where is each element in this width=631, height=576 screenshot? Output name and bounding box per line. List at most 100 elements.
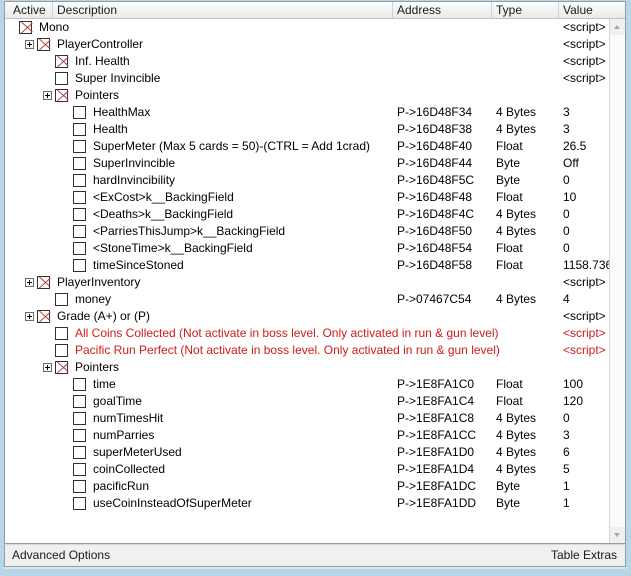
table-row[interactable]: money P->07467C54 4 Bytes 4 (5, 291, 625, 308)
entry-address[interactable]: P->16D48F48 (397, 189, 472, 206)
table-row[interactable]: Pacific Run Perfect (Not activate in bos… (5, 342, 625, 359)
entry-description[interactable]: hardInvincibility (93, 172, 175, 189)
entry-address[interactable]: P->16D48F58 (397, 257, 472, 274)
entry-description[interactable]: Health (93, 121, 128, 138)
entry-value[interactable]: <script> (563, 308, 606, 325)
entry-address[interactable]: P->16D48F50 (397, 223, 472, 240)
table-row[interactable]: SuperInvincible P->16D48F44 Byte Off (5, 155, 625, 172)
active-checkbox-unchecked[interactable] (73, 123, 86, 136)
entry-type[interactable]: Byte (496, 155, 520, 172)
entry-type[interactable]: 4 Bytes (496, 104, 536, 121)
entry-description[interactable]: All Coins Collected (Not activate in bos… (75, 325, 499, 342)
column-header-address[interactable]: Address (393, 2, 492, 18)
entry-value[interactable]: 10 (563, 189, 576, 206)
active-checkbox-unchecked[interactable] (73, 497, 86, 510)
active-checkbox-unchecked[interactable] (73, 378, 86, 391)
entry-description[interactable]: coinCollected (93, 461, 165, 478)
entry-value[interactable]: 4 (563, 291, 570, 308)
active-checkbox-unchecked[interactable] (55, 327, 68, 340)
table-row[interactable]: timeSinceStoned P->16D48F58 Float 1158.7364 (5, 257, 625, 274)
vertical-scrollbar[interactable] (609, 19, 625, 543)
expand-plus-icon[interactable] (25, 312, 34, 321)
entry-value[interactable]: <script> (563, 342, 606, 359)
entry-description[interactable]: useCoinInsteadOfSuperMeter (93, 495, 252, 512)
entry-value[interactable]: 3 (563, 427, 570, 444)
entry-address[interactable]: P->1E8FA1D0 (397, 444, 474, 461)
entry-value[interactable]: <script> (563, 274, 606, 291)
expand-plus-icon[interactable] (43, 363, 52, 372)
table-row[interactable]: PlayerController <script> (5, 36, 625, 53)
entry-value[interactable]: 0 (563, 240, 570, 257)
table-row[interactable]: hardInvincibility P->16D48F5C Byte 0 (5, 172, 625, 189)
table-row[interactable]: goalTime P->1E8FA1C4 Float 120 (5, 393, 625, 410)
entry-type[interactable]: Float (496, 189, 523, 206)
table-row[interactable]: superMeterUsed P->1E8FA1D0 4 Bytes 6 (5, 444, 625, 461)
table-row[interactable]: useCoinInsteadOfSuperMeter P->1E8FA1DD Byt… (5, 495, 625, 512)
entry-value[interactable]: 5 (563, 461, 570, 478)
table-row[interactable]: HealthMax P->16D48F34 4 Bytes 3 (5, 104, 625, 121)
scroll-up-button[interactable] (610, 19, 625, 35)
active-checkbox-unchecked[interactable] (73, 412, 86, 425)
entry-type[interactable]: Byte (496, 172, 520, 189)
table-row[interactable]: numParries P->1E8FA1CC 4 Bytes 3 (5, 427, 625, 444)
active-checkbox-checked[interactable] (55, 55, 68, 68)
expand-plus-icon[interactable] (43, 91, 52, 100)
table-row[interactable]: <ExCost>k__BackingField P->16D48F48 Float 1… (5, 189, 625, 206)
active-checkbox-unchecked[interactable] (73, 429, 86, 442)
entry-type[interactable]: 4 Bytes (496, 206, 536, 223)
entry-type[interactable]: Float (496, 376, 523, 393)
scroll-down-button[interactable] (610, 527, 625, 543)
entry-value[interactable]: 3 (563, 121, 570, 138)
active-checkbox-unchecked[interactable] (73, 106, 86, 119)
table-row[interactable]: SuperMeter (Max 5 cards = 50)-(CTRL = Ad… (5, 138, 625, 155)
active-checkbox-unchecked[interactable] (73, 140, 86, 153)
table-row[interactable]: Pointers (5, 87, 625, 104)
entry-value[interactable]: 1 (563, 495, 570, 512)
entry-value[interactable]: 0 (563, 206, 570, 223)
entry-address[interactable]: P->16D48F38 (397, 121, 472, 138)
entry-type[interactable]: 4 Bytes (496, 121, 536, 138)
entry-address[interactable]: P->16D48F5C (397, 172, 474, 189)
entry-type[interactable]: Byte (496, 495, 520, 512)
entry-address[interactable]: P->16D48F34 (397, 104, 472, 121)
entry-type[interactable]: Byte (496, 478, 520, 495)
entry-description[interactable]: <StoneTime>k__BackingField (93, 240, 253, 257)
entry-description[interactable]: PlayerInventory (57, 274, 140, 291)
entry-type[interactable]: Float (496, 257, 523, 274)
column-header-value[interactable]: Value (559, 2, 625, 18)
entry-address[interactable]: P->1E8FA1DD (397, 495, 476, 512)
active-checkbox-unchecked[interactable] (73, 242, 86, 255)
active-checkbox-unchecked[interactable] (73, 480, 86, 493)
active-checkbox-unchecked[interactable] (55, 293, 68, 306)
entry-description[interactable]: money (75, 291, 111, 308)
entry-address[interactable]: P->1E8FA1DC (397, 478, 476, 495)
entry-description[interactable]: Inf. Health (75, 53, 130, 70)
active-checkbox-checked[interactable] (55, 89, 68, 102)
table-row[interactable]: Grade (A+) or (P) <script> (5, 308, 625, 325)
entry-address[interactable]: P->16D48F44 (397, 155, 472, 172)
entry-value[interactable]: 26.5 (563, 138, 586, 155)
entry-type[interactable]: 4 Bytes (496, 291, 536, 308)
table-row[interactable]: coinCollected P->1E8FA1D4 4 Bytes 5 (5, 461, 625, 478)
entry-description[interactable]: pacificRun (93, 478, 149, 495)
table-row[interactable]: <ParriesThisJump>k__BackingField P->16D48… (5, 223, 625, 240)
entry-value[interactable]: <script> (563, 70, 606, 87)
entry-type[interactable]: 4 Bytes (496, 410, 536, 427)
entry-description[interactable]: Super Invincible (75, 70, 160, 87)
entry-type[interactable]: Float (496, 138, 523, 155)
entry-address[interactable]: P->16D48F54 (397, 240, 472, 257)
entry-type[interactable]: Float (496, 240, 523, 257)
table-row[interactable]: Mono <script> (5, 19, 625, 36)
entry-description[interactable]: PlayerController (57, 36, 143, 53)
entry-address[interactable]: P->1E8FA1C8 (397, 410, 474, 427)
entry-description[interactable]: numTimesHit (93, 410, 163, 427)
entry-value[interactable]: 3 (563, 104, 570, 121)
active-checkbox-unchecked[interactable] (73, 157, 86, 170)
entry-type[interactable]: 4 Bytes (496, 427, 536, 444)
entry-value[interactable]: Off (563, 155, 579, 172)
entry-type[interactable]: 4 Bytes (496, 461, 536, 478)
entry-address[interactable]: P->1E8FA1CC (397, 427, 476, 444)
active-checkbox-unchecked[interactable] (73, 174, 86, 187)
active-checkbox-unchecked[interactable] (73, 225, 86, 238)
entry-description[interactable]: time (93, 376, 116, 393)
